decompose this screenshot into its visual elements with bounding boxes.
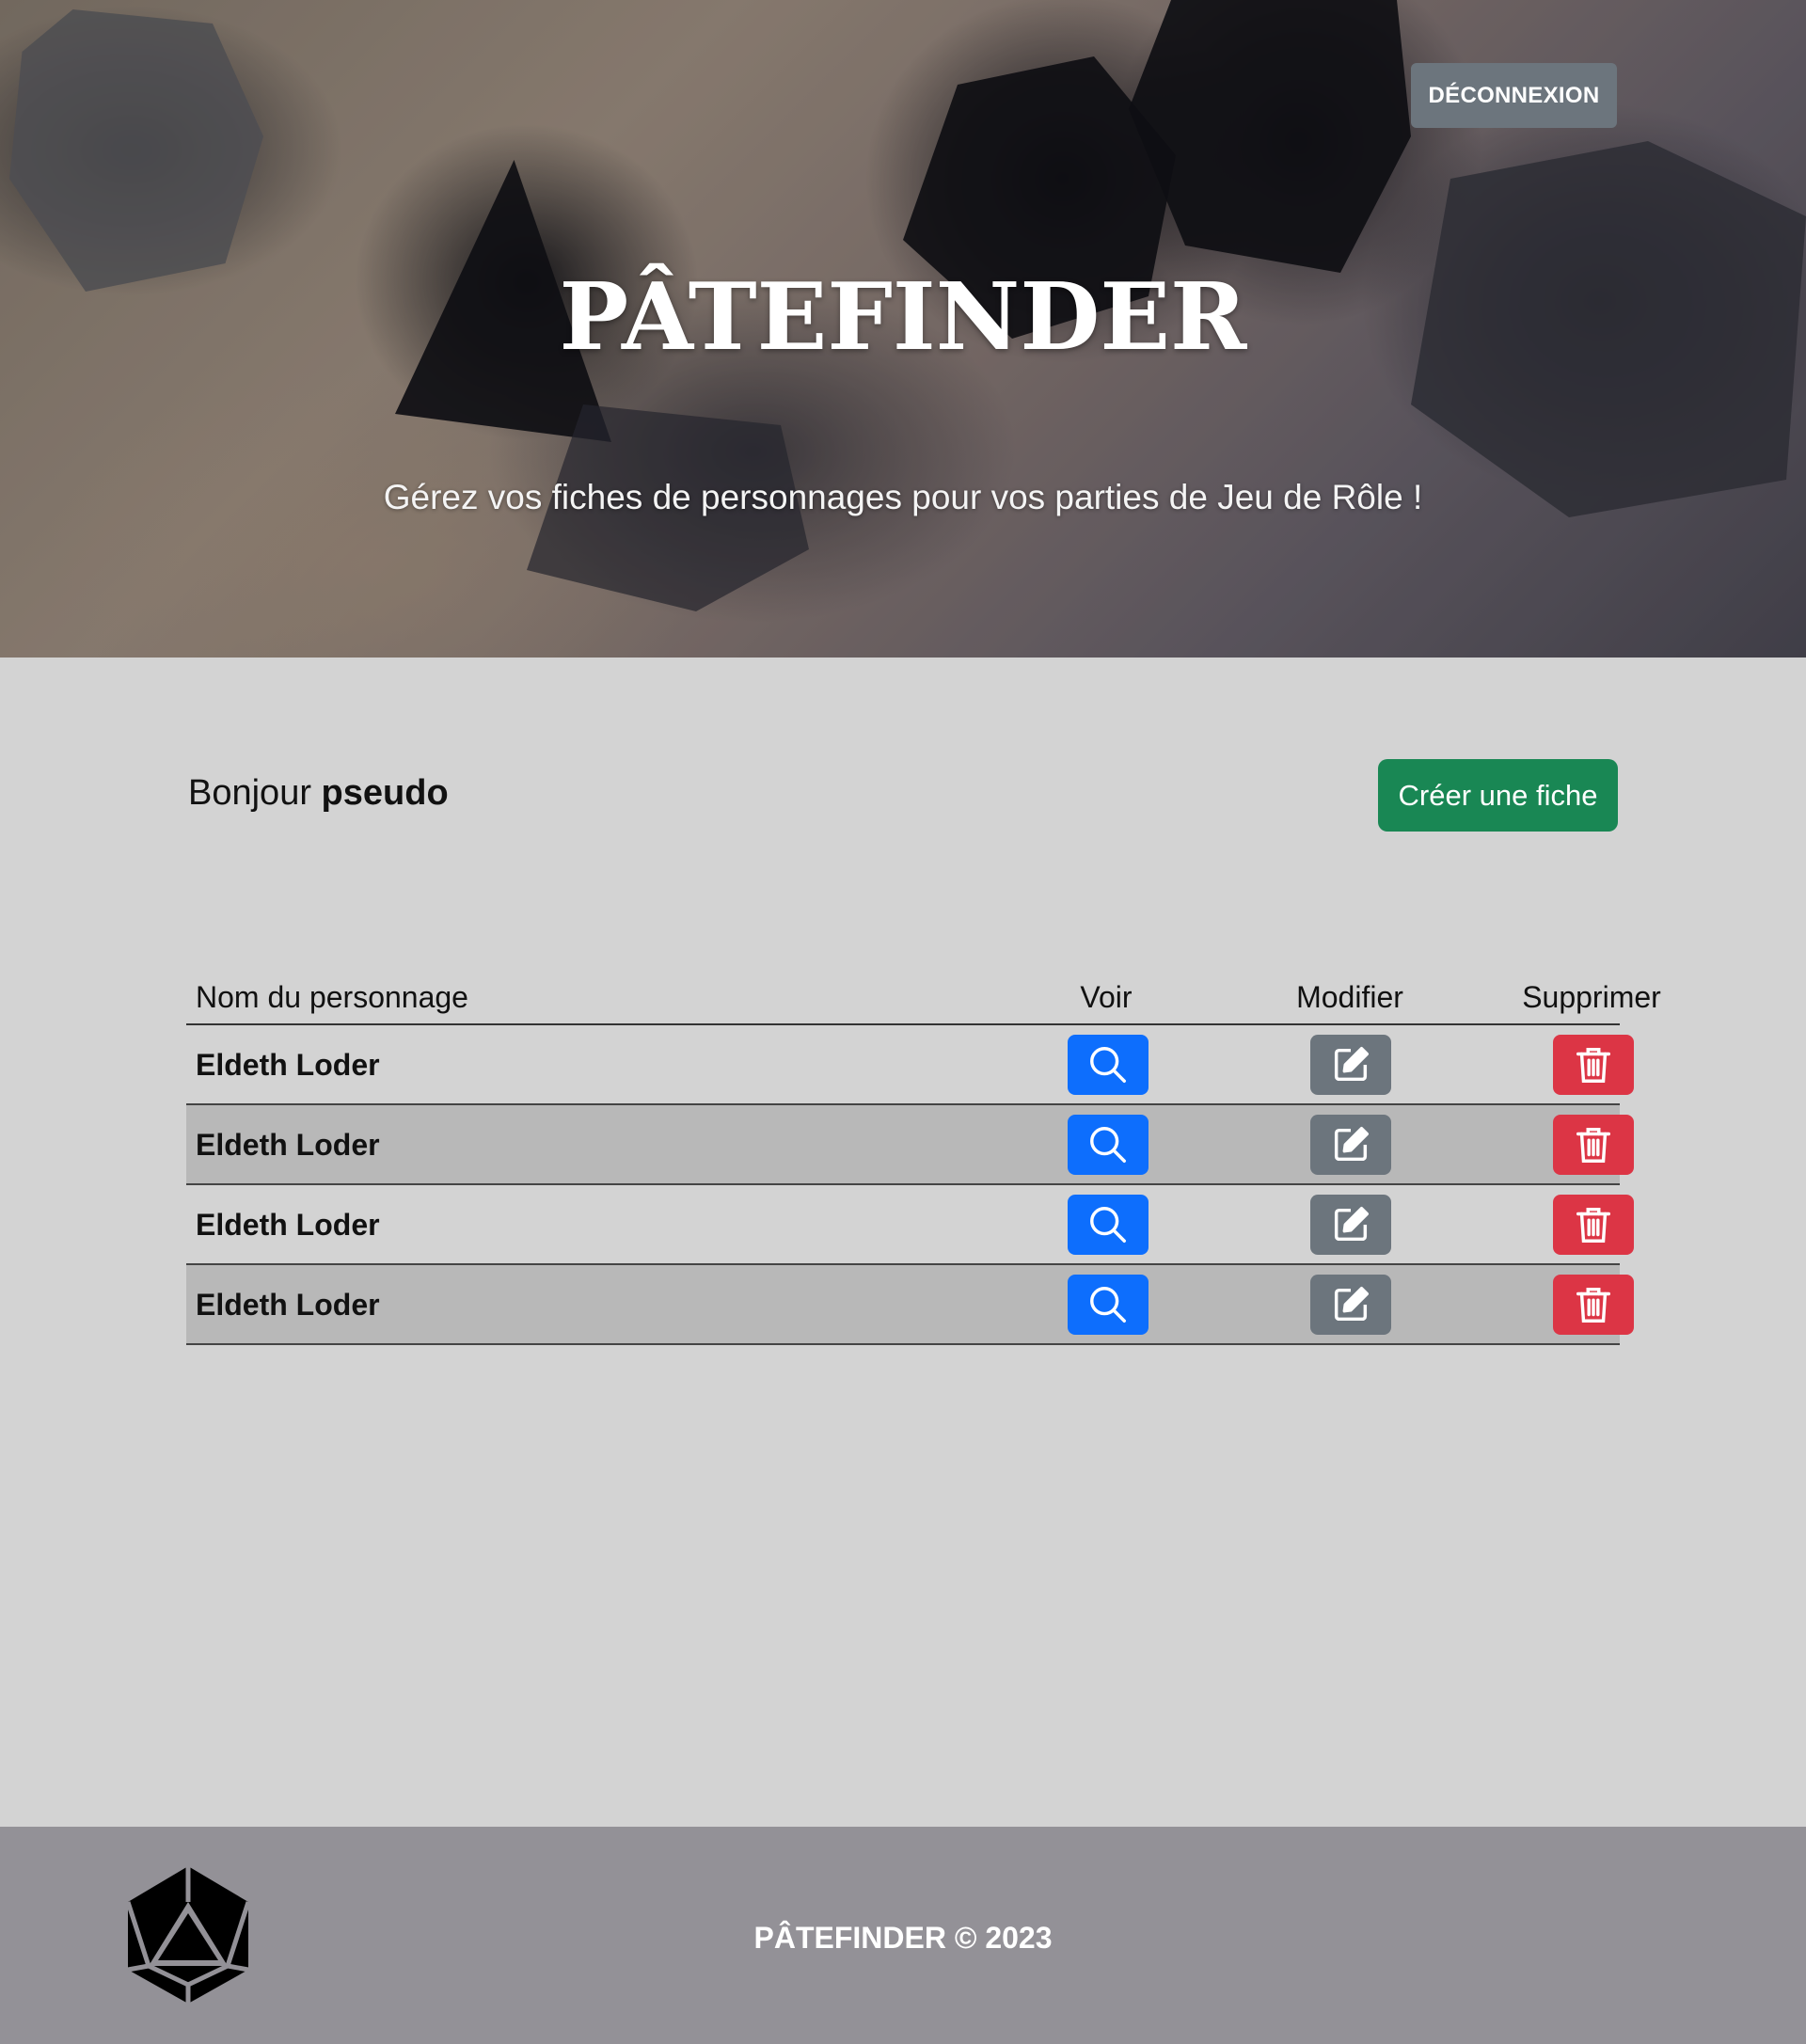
- search-icon: [1090, 1287, 1126, 1323]
- site-title: PÂTEFINDER: [559, 263, 1247, 372]
- delete-button[interactable]: [1553, 1195, 1634, 1255]
- table-row: Eldeth Loder: [186, 1105, 1634, 1185]
- footer: PÂTEFINDER © 2023: [0, 1827, 1806, 2044]
- table-row: Eldeth Loder: [186, 1185, 1634, 1265]
- column-header-delete: Supprimer: [1522, 980, 1661, 1014]
- table-row: Eldeth Loder: [186, 1025, 1634, 1105]
- search-icon: [1090, 1207, 1126, 1243]
- trash-icon: [1576, 1207, 1611, 1243]
- delete-button[interactable]: [1553, 1275, 1634, 1335]
- character-name: Eldeth Loder: [196, 1208, 380, 1242]
- delete-button[interactable]: [1553, 1115, 1634, 1175]
- create-sheet-button[interactable]: Créer une fiche: [1378, 759, 1618, 832]
- column-header-view: Voir: [1080, 980, 1133, 1014]
- edit-icon: [1334, 1207, 1369, 1242]
- trash-icon: [1576, 1047, 1611, 1083]
- view-button[interactable]: [1068, 1275, 1149, 1335]
- search-icon: [1090, 1127, 1126, 1163]
- character-name: Eldeth Loder: [196, 1048, 380, 1082]
- column-header-name: Nom du personnage: [196, 980, 468, 1014]
- edit-button[interactable]: [1310, 1035, 1391, 1095]
- character-name: Eldeth Loder: [196, 1128, 380, 1162]
- logout-button[interactable]: DÉCONNEXION: [1411, 63, 1617, 128]
- username: pseudo: [321, 773, 449, 813]
- footer-copyright: PÂTEFINDER © 2023: [753, 1921, 1053, 1955]
- greeting-prefix: Bonjour: [188, 773, 311, 813]
- view-button[interactable]: [1068, 1115, 1149, 1175]
- view-button[interactable]: [1068, 1035, 1149, 1095]
- edit-button[interactable]: [1310, 1115, 1391, 1175]
- hero-banner: DÉCONNEXION PÂTEFINDER Gérez vos fiches …: [0, 0, 1806, 658]
- trash-icon: [1576, 1287, 1611, 1323]
- edit-icon: [1334, 1127, 1369, 1162]
- character-name: Eldeth Loder: [196, 1288, 380, 1322]
- delete-button[interactable]: [1553, 1035, 1634, 1095]
- tagline: Gérez vos fiches de personnages pour vos…: [383, 478, 1423, 516]
- table-header: Nom du personnage Voir Modifier Supprime…: [186, 974, 1661, 1025]
- edit-button[interactable]: [1310, 1195, 1391, 1255]
- column-header-edit: Modifier: [1296, 980, 1403, 1014]
- edit-button[interactable]: [1310, 1275, 1391, 1335]
- view-button[interactable]: [1068, 1195, 1149, 1255]
- edit-icon: [1334, 1047, 1369, 1082]
- search-icon: [1090, 1047, 1126, 1083]
- characters-table: Nom du personnage Voir Modifier Supprime…: [186, 974, 1661, 1345]
- trash-icon: [1576, 1127, 1611, 1163]
- table-row: Eldeth Loder: [186, 1265, 1634, 1345]
- edit-icon: [1334, 1287, 1369, 1322]
- greeting: Bonjour pseudo: [188, 773, 449, 814]
